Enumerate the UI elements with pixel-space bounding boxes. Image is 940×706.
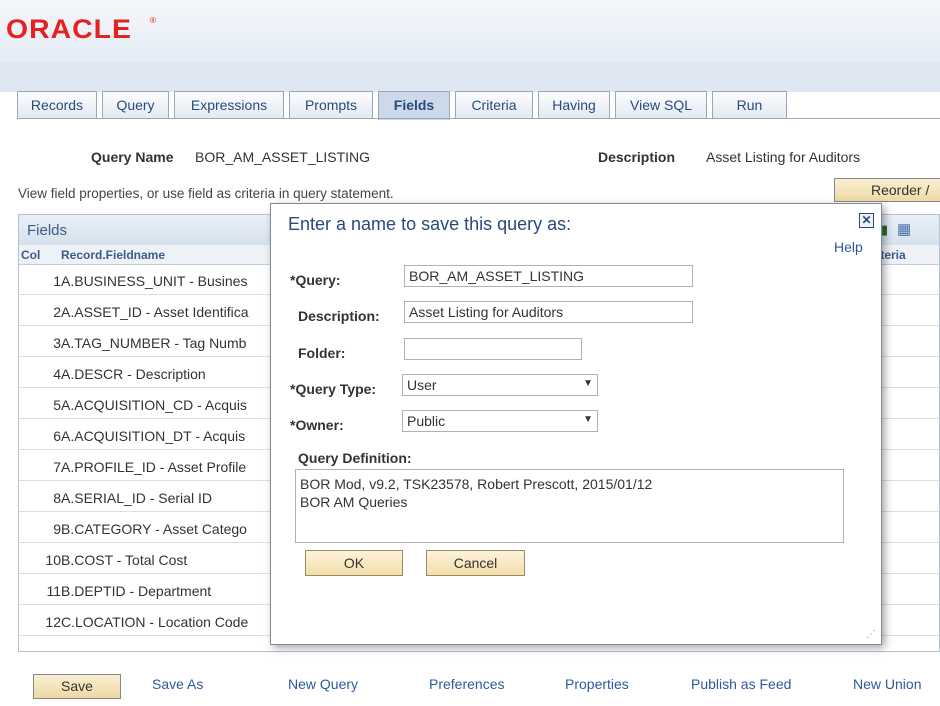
trademark-mark: ® (150, 16, 156, 25)
owner-value: Public (407, 413, 446, 429)
field-name[interactable]: A.BUSINESS_UNIT - Busines (61, 273, 247, 289)
field-name[interactable]: C.LOCATION - Location Code (61, 614, 248, 630)
query-definition-textarea[interactable]: BOR Mod, v9.2, TSK23578, Robert Prescott… (295, 469, 844, 543)
col-number: 12 (45, 614, 61, 630)
publish-as-feed-link[interactable]: Publish as Feed (691, 676, 791, 692)
grid-action-icon[interactable]: ▮ (881, 222, 888, 238)
col-header-col: Col (21, 248, 41, 262)
tab-query[interactable]: Query (102, 91, 169, 119)
tab-fields[interactable]: Fields (378, 91, 450, 120)
dropdown-arrow-icon: ▼ (583, 414, 593, 425)
col-number: 1 (53, 273, 61, 289)
col-number: 10 (45, 552, 61, 568)
dialog-title: Enter a name to save this query as: (288, 214, 572, 234)
field-name[interactable]: A.ACQUISITION_DT - Acquis (61, 428, 245, 444)
reorder-button[interactable]: Reorder / (834, 178, 940, 202)
field-name[interactable]: A.TAG_NUMBER - Tag Numb (61, 335, 246, 351)
help-link[interactable]: Help (834, 239, 863, 255)
col-number: 11 (46, 583, 61, 599)
description-value: Asset Listing for Auditors (706, 149, 861, 165)
field-name[interactable]: A.PROFILE_ID - Asset Profile (61, 459, 246, 475)
col-number: 2 (53, 304, 61, 320)
col-number: 6 (53, 428, 61, 444)
field-name[interactable]: A.SERIAL_ID - Serial ID (61, 490, 212, 506)
col-number: 8 (53, 490, 61, 506)
col-number: 3 (53, 335, 61, 351)
description-input[interactable] (404, 301, 693, 323)
query-definition-label: Query Definition: (298, 450, 412, 466)
query-type-select[interactable]: User ▼ (402, 374, 598, 396)
description-label: Description (598, 149, 676, 165)
tab-prompts[interactable]: Prompts (289, 91, 373, 119)
description-field-label: Description: (298, 308, 380, 324)
resize-handle-icon[interactable]: ⋰ (866, 629, 876, 640)
new-union-link[interactable]: New Union (853, 676, 921, 692)
query-name-input[interactable] (404, 265, 693, 287)
tab-having[interactable]: Having (538, 91, 610, 119)
owner-select[interactable]: Public ▼ (402, 410, 598, 432)
header-banner: ORACLE ® (0, 0, 940, 62)
query-name-value: BOR_AM_ASSET_LISTING (195, 149, 371, 165)
query-type-label: *Query Type: (290, 381, 377, 397)
tab-expressions[interactable]: Expressions (174, 91, 284, 119)
col-number: 7 (53, 459, 61, 475)
field-name[interactable]: A.ACQUISITION_CD - Acquis (61, 397, 247, 413)
col-number: 4 (53, 366, 61, 382)
close-icon[interactable]: ✕ (859, 213, 874, 228)
fields-help-text: View field properties, or use field as c… (18, 186, 394, 201)
dropdown-arrow-icon: ▼ (583, 378, 593, 389)
cancel-button[interactable]: Cancel (426, 550, 525, 576)
query-name-label: Query Name (91, 149, 174, 165)
folder-input[interactable] (404, 338, 582, 360)
tab-criteria[interactable]: Criteria (455, 91, 533, 119)
save-query-dialog: Enter a name to save this query as: ✕ He… (270, 203, 882, 645)
field-name[interactable]: B.CATEGORY - Asset Catego (61, 521, 247, 537)
folder-field-label: Folder: (298, 345, 346, 361)
tab-run[interactable]: Run (712, 91, 787, 119)
tab-divider (17, 118, 940, 119)
field-name[interactable]: B.DEPTID - Department (61, 583, 211, 599)
query-type-value: User (407, 377, 437, 393)
save-button[interactable]: Save (33, 674, 121, 699)
col-number: 9 (53, 521, 61, 537)
tab-view-sql[interactable]: View SQL (615, 91, 707, 119)
owner-label: *Owner: (290, 417, 344, 433)
grid-view-icon[interactable]: ▦ (897, 220, 911, 238)
field-name[interactable]: A.DESCR - Description (61, 366, 206, 382)
oracle-logo: ORACLE (6, 14, 132, 44)
field-name[interactable]: A.ASSET_ID - Asset Identifica (61, 304, 249, 320)
query-field-label: *Query: (290, 272, 341, 288)
save-as-link[interactable]: Save As (152, 676, 203, 692)
tab-records[interactable]: Records (17, 91, 97, 119)
col-number: 5 (53, 397, 61, 413)
properties-link[interactable]: Properties (565, 676, 629, 692)
field-name[interactable]: B.COST - Total Cost (61, 552, 187, 568)
grid-title: Fields (27, 222, 68, 239)
preferences-link[interactable]: Preferences (429, 676, 504, 692)
new-query-link[interactable]: New Query (288, 676, 358, 692)
ok-button[interactable]: OK (305, 550, 403, 576)
subheader-bar (0, 62, 940, 92)
col-header-fieldname[interactable]: Record.Fieldname (61, 248, 165, 262)
